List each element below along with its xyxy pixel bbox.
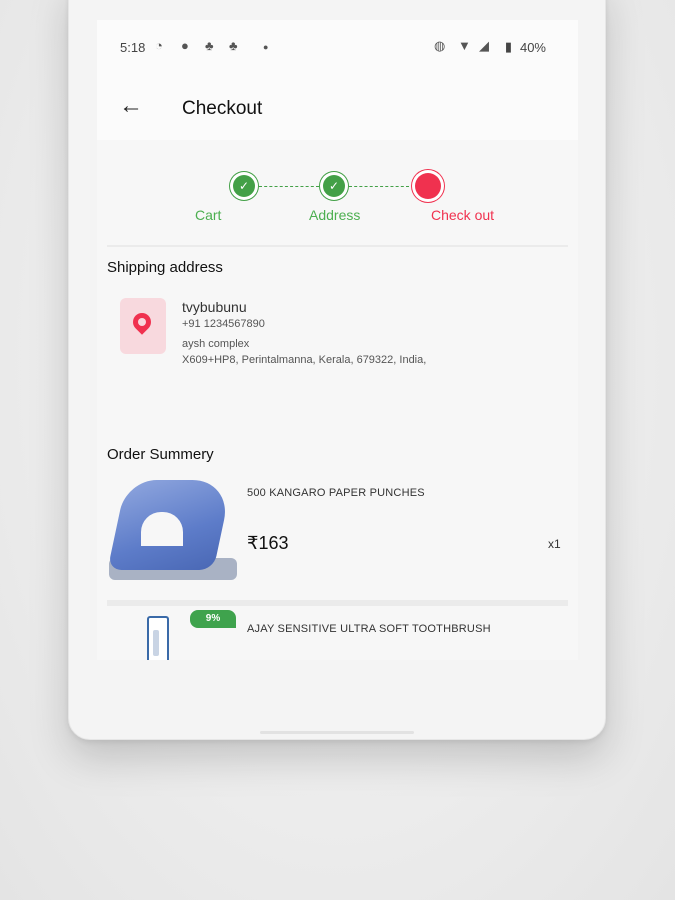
location-pin-icon [129, 309, 155, 335]
step-label-address[interactable]: Address [309, 207, 360, 223]
product-quantity: x1 [548, 537, 561, 551]
address-location-box [120, 298, 166, 354]
product-image-toothbrush[interactable] [147, 616, 169, 660]
status-bar: 5:18 ◔ ● ♣ ♣ ● ◍ ▼ ◢ ▮ 40% [97, 20, 578, 72]
step-label-cart[interactable]: Cart [195, 207, 221, 223]
step-checkout-dot-icon [415, 173, 441, 199]
checkout-screen: 5:18 ◔ ● ♣ ♣ ● ◍ ▼ ◢ ▮ 40% ← Checkout ✓ … [97, 20, 578, 660]
home-indicator [260, 731, 414, 734]
wifi-icon: ▼ [458, 38, 471, 53]
divider [107, 600, 568, 606]
address-phone: +91 1234567890 [182, 318, 265, 330]
battery-icon: ▮ [504, 39, 512, 54]
step-connector [259, 186, 319, 187]
discount-badge: 9% [190, 610, 236, 628]
page-title: Checkout [182, 98, 263, 119]
battery-percent: 40% [519, 40, 546, 55]
product-name: 500 KANGARO PAPER PUNCHES [247, 487, 425, 499]
chat-icon: ● [181, 38, 189, 53]
checkout-stepper: ✓ ✓ Cart Address Check out [97, 168, 578, 228]
app-bar: ← Checkout [97, 72, 578, 140]
whatsapp-icon: ◔ [155, 38, 163, 53]
address-line1: aysh complex [182, 338, 250, 350]
status-time: 5:18 [120, 40, 146, 55]
step-cart-check-icon: ✓ [233, 175, 255, 197]
address-line2: X609+HP8, Perintalmanna, Kerala, 679322,… [182, 354, 427, 366]
divider [107, 245, 568, 247]
vibrate-icon: ◍ [434, 38, 446, 53]
arrow-left-icon[interactable]: ← [119, 92, 143, 120]
step-connector [349, 186, 409, 187]
snapchat-icon: ♣ [205, 38, 214, 53]
product-name: AJAY SENSITIVE ULTRA SOFT TOOTHBRUSH [247, 623, 491, 635]
punch-hole [141, 512, 183, 546]
step-label-checkout[interactable]: Check out [431, 207, 494, 223]
signal-icon: ◢ [479, 38, 489, 53]
order-summary-title: Order Summery [107, 446, 214, 463]
snapchat-icon: ♣ [229, 38, 238, 53]
product-price: ₹163 [247, 533, 289, 553]
shipping-title: Shipping address [107, 259, 223, 276]
dot-icon: ● [263, 42, 269, 52]
address-name: tvybubunu [182, 299, 247, 315]
step-address-check-icon: ✓ [323, 175, 345, 197]
